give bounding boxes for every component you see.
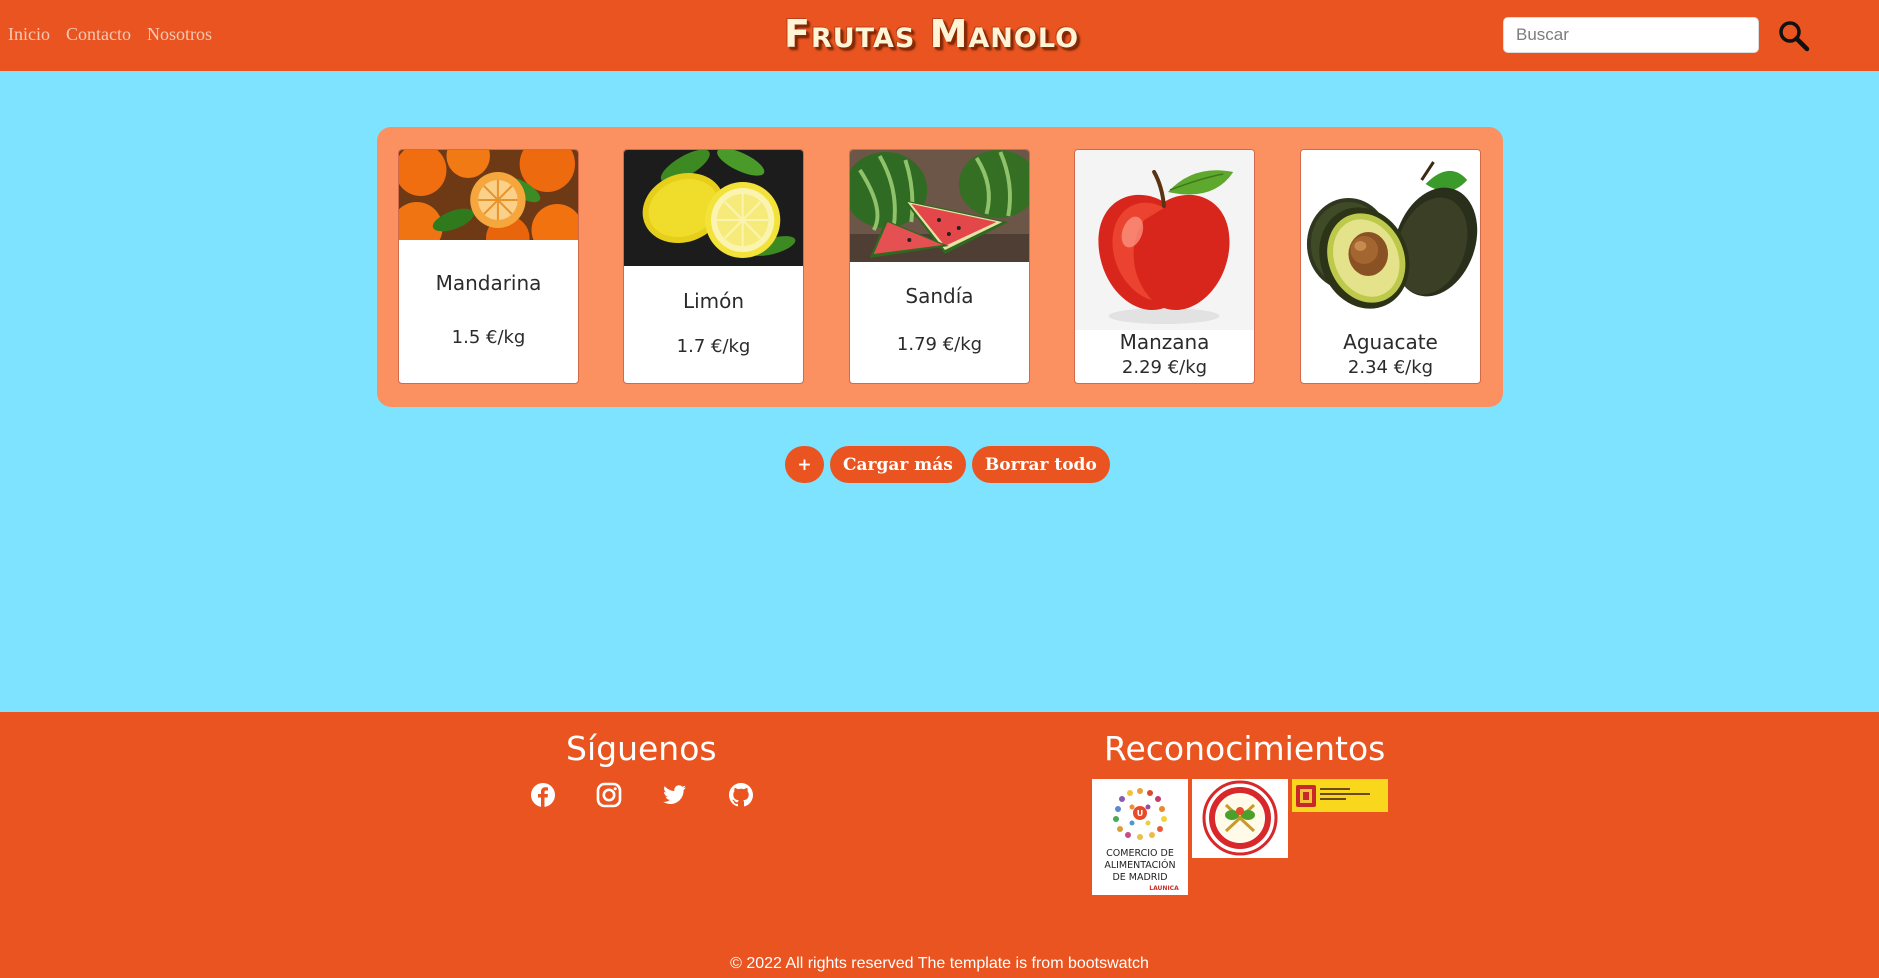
github-icon[interactable] bbox=[728, 782, 754, 808]
social-links bbox=[530, 782, 754, 808]
product-price: 1.5 €/kg bbox=[451, 327, 526, 348]
svg-text:LAUNICA: LAUNICA bbox=[1149, 885, 1179, 892]
avocado-image bbox=[1301, 150, 1480, 330]
search-icon[interactable] bbox=[1776, 18, 1812, 54]
product-card[interactable]: Mandarina 1.5 €/kg bbox=[398, 149, 579, 384]
product-price: 1.7 €/kg bbox=[676, 336, 751, 357]
lemon-image bbox=[624, 150, 803, 266]
product-card[interactable]: Manzana 2.29 €/kg bbox=[1074, 149, 1255, 384]
product-card[interactable]: Sandía 1.79 €/kg bbox=[849, 149, 1030, 384]
add-button[interactable]: + bbox=[785, 446, 824, 483]
award-logo-text-3: DE MADRID bbox=[1112, 872, 1167, 883]
copyright: © 2022 All rights reserved The template … bbox=[730, 955, 1149, 972]
awards-title: Reconocimientos bbox=[1104, 729, 1386, 768]
twitter-icon[interactable] bbox=[662, 782, 688, 808]
award-logo-text-2: ALIMENTACIÓN bbox=[1104, 859, 1175, 871]
follow-title: Síguenos bbox=[566, 729, 717, 768]
award-logo-seal bbox=[1192, 779, 1288, 858]
load-more-button[interactable]: Cargar más bbox=[830, 446, 966, 483]
brand-logo[interactable]: Frutas Manolo bbox=[784, 12, 1079, 56]
watermelon-image bbox=[850, 150, 1029, 262]
product-card[interactable]: Limón 1.7 €/kg bbox=[623, 149, 804, 384]
product-name: Manzana bbox=[1119, 330, 1210, 354]
award-logo-ministry bbox=[1292, 779, 1388, 812]
clear-all-button[interactable]: Borrar todo bbox=[971, 446, 1110, 483]
navbar: Inicio Contacto Nosotros Frutas Manolo bbox=[0, 0, 1879, 71]
award-logo-madrid-commerce: U COMERCIO DE ALIMENTACIÓN DE MADRID LAU… bbox=[1092, 779, 1188, 895]
footer: Síguenos Reconocimientos U COMERCIO DE A… bbox=[0, 712, 1879, 978]
nav-links: Inicio Contacto Nosotros bbox=[8, 24, 212, 45]
product-panel: Mandarina 1.5 €/kg Limón 1.7 €/kg Sandía… bbox=[377, 127, 1503, 407]
nav-link-nosotros[interactable]: Nosotros bbox=[147, 24, 212, 45]
product-name: Mandarina bbox=[435, 271, 542, 295]
search-input[interactable] bbox=[1503, 17, 1759, 53]
mandarin-image bbox=[399, 150, 578, 240]
facebook-icon[interactable] bbox=[530, 782, 556, 808]
product-name: Aguacate bbox=[1343, 330, 1438, 354]
action-buttons: + Cargar más Borrar todo bbox=[785, 446, 1110, 483]
product-name: Sandía bbox=[905, 284, 974, 308]
nav-link-contacto[interactable]: Contacto bbox=[66, 24, 131, 45]
product-price: 2.34 €/kg bbox=[1347, 357, 1434, 378]
product-name: Limón bbox=[682, 289, 745, 313]
svg-text:U: U bbox=[1137, 809, 1144, 818]
product-card[interactable]: Aguacate 2.34 €/kg bbox=[1300, 149, 1481, 384]
award-logo-text-1: COMERCIO DE bbox=[1106, 848, 1174, 859]
nav-link-inicio[interactable]: Inicio bbox=[8, 24, 50, 45]
apple-image bbox=[1075, 150, 1254, 330]
product-price: 2.29 €/kg bbox=[1121, 357, 1208, 378]
product-price: 1.79 €/kg bbox=[896, 334, 983, 355]
instagram-icon[interactable] bbox=[596, 782, 622, 808]
